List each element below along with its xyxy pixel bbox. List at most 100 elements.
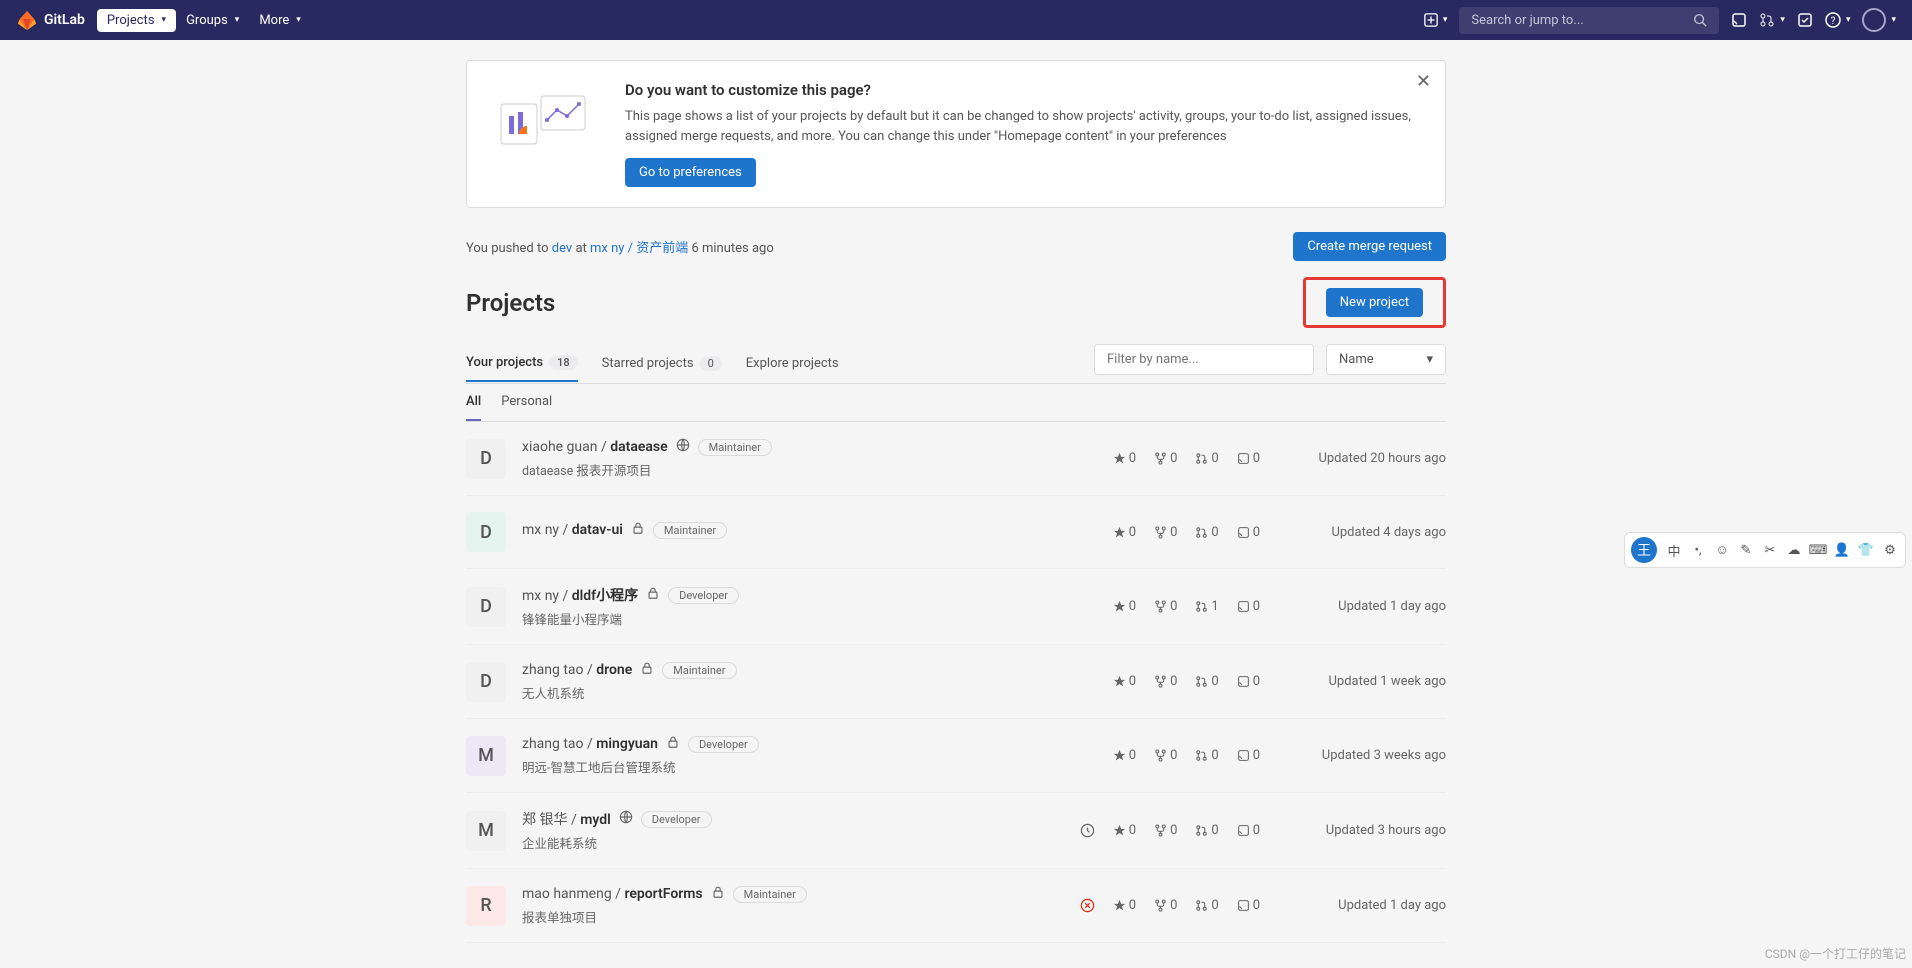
- project-name[interactable]: dldf小程序: [572, 588, 638, 604]
- watermark: CSDN @一个打工仔的笔记: [1765, 945, 1906, 962]
- project-name[interactable]: datav-ui: [572, 522, 623, 538]
- push-group-link[interactable]: mx ny /: [590, 241, 636, 256]
- merge-icon: [1195, 749, 1208, 762]
- help-menu[interactable]: ?: [1825, 12, 1851, 28]
- todos-shortcut[interactable]: [1797, 12, 1813, 28]
- push-time: 6 minutes ago: [688, 241, 774, 256]
- toolbar-emoji-icon[interactable]: ☺: [1713, 541, 1731, 559]
- go-to-preferences-button[interactable]: Go to preferences: [625, 158, 756, 187]
- filter-by-name-input[interactable]: [1094, 344, 1314, 375]
- nav-more[interactable]: More: [249, 9, 310, 32]
- issues-count[interactable]: 0: [1237, 451, 1260, 466]
- toolbar-cloud-icon[interactable]: ☁: [1785, 541, 1803, 559]
- search-input[interactable]: [1471, 13, 1693, 28]
- clock-icon: [1080, 823, 1095, 838]
- stars-count[interactable]: 0: [1113, 451, 1136, 466]
- stars-count[interactable]: 0: [1113, 674, 1136, 689]
- forks-count[interactable]: 0: [1154, 674, 1177, 689]
- stars-count[interactable]: 0: [1113, 525, 1136, 540]
- visibility-icon: [640, 661, 654, 679]
- project-updated: Updated 1 day ago: [1276, 898, 1446, 913]
- brand-text: GitLab: [44, 12, 85, 28]
- stars-count[interactable]: 0: [1113, 599, 1136, 614]
- user-menu[interactable]: [1862, 8, 1896, 32]
- issues-count[interactable]: 0: [1237, 898, 1260, 913]
- toolbar-keyboard-icon[interactable]: ⌨: [1809, 541, 1827, 559]
- push-branch-link[interactable]: dev: [552, 241, 572, 256]
- subtab-all[interactable]: All: [466, 384, 481, 421]
- issues-count[interactable]: 0: [1237, 823, 1260, 838]
- issues-shortcut[interactable]: [1731, 12, 1747, 28]
- tab-explore-projects[interactable]: Explore projects: [746, 346, 839, 381]
- mrs-count[interactable]: 0: [1195, 525, 1218, 540]
- forks-count[interactable]: 0: [1154, 599, 1177, 614]
- project-row[interactable]: M zhang tao / mingyuan Developer 明远-智慧工地…: [466, 719, 1446, 793]
- project-stats: 0 0 0 0: [1113, 748, 1260, 763]
- forks-count[interactable]: 0: [1154, 451, 1177, 466]
- role-badge: Developer: [641, 811, 712, 828]
- mrs-count[interactable]: 0: [1195, 823, 1218, 838]
- tab-starred-projects[interactable]: Starred projects 0: [602, 346, 722, 381]
- mrs-count[interactable]: 0: [1195, 748, 1218, 763]
- mrs-count[interactable]: 0: [1195, 674, 1218, 689]
- nav-groups[interactable]: Groups: [176, 9, 249, 32]
- issues-count[interactable]: 0: [1237, 599, 1260, 614]
- subtab-personal[interactable]: Personal: [501, 384, 552, 421]
- project-name[interactable]: dataease: [610, 439, 667, 455]
- toolbar-edit-icon[interactable]: ✎: [1737, 541, 1755, 559]
- project-description: dataease 报表开源项目: [522, 460, 1097, 479]
- project-stats: 0 0 0 0: [1080, 823, 1260, 838]
- tanuki-icon: [16, 9, 38, 31]
- forks-count[interactable]: 0: [1154, 525, 1177, 540]
- fork-icon: [1154, 675, 1167, 688]
- project-row[interactable]: D xiaohe guan / dataease Maintainer data…: [466, 422, 1446, 496]
- sort-label: Name: [1339, 352, 1374, 367]
- project-row[interactable]: D mx ny / dldf小程序 Developer 锋锋能量小程序端 0 0…: [466, 569, 1446, 645]
- push-repo-link[interactable]: 资产前端: [636, 241, 688, 256]
- toolbar-person-icon[interactable]: 👤: [1833, 541, 1851, 559]
- new-project-button[interactable]: New project: [1326, 288, 1423, 317]
- toolbar-logo-icon[interactable]: 王: [1631, 537, 1657, 563]
- mrs-count[interactable]: 0: [1195, 898, 1218, 913]
- project-row[interactable]: M 郑 银华 / mydl Developer 企业能耗系统 0 0 0 0 U…: [466, 793, 1446, 869]
- project-name[interactable]: reportForms: [624, 886, 702, 902]
- project-name[interactable]: drone: [596, 662, 632, 678]
- mrs-count[interactable]: 1: [1195, 599, 1218, 614]
- project-row[interactable]: R mao hanmeng / reportForms Maintainer 报…: [466, 869, 1446, 943]
- nav-projects[interactable]: Projects: [97, 9, 176, 32]
- toolbar-scissors-icon[interactable]: ✂: [1761, 541, 1779, 559]
- project-description: 锋锋能量小程序端: [522, 609, 1097, 628]
- toolbar-dot-icon[interactable]: •,: [1689, 541, 1707, 559]
- gitlab-logo[interactable]: GitLab: [16, 9, 85, 31]
- project-avatar: M: [466, 736, 506, 776]
- plus-menu[interactable]: [1424, 13, 1448, 27]
- toolbar-shirt-icon[interactable]: 👕: [1857, 541, 1875, 559]
- visibility-icon: [631, 521, 645, 539]
- stars-count[interactable]: 0: [1113, 748, 1136, 763]
- lock-icon: [666, 735, 680, 749]
- merge-requests-shortcut[interactable]: [1759, 12, 1785, 28]
- issues-count[interactable]: 0: [1237, 748, 1260, 763]
- search-box[interactable]: [1459, 7, 1719, 34]
- create-merge-request-button[interactable]: Create merge request: [1293, 232, 1446, 261]
- project-row[interactable]: D zhang tao / drone Maintainer 无人机系统 0 0…: [466, 645, 1446, 719]
- page-title: Projects: [466, 289, 555, 317]
- tab-your-projects[interactable]: Your projects 18: [466, 345, 578, 382]
- ci-status[interactable]: [1080, 823, 1095, 838]
- toolbar-lang-icon[interactable]: 中: [1665, 541, 1683, 559]
- forks-count[interactable]: 0: [1154, 748, 1177, 763]
- issues-count[interactable]: 0: [1237, 674, 1260, 689]
- project-name[interactable]: mingyuan: [596, 736, 658, 752]
- project-row[interactable]: D mx ny / datav-ui Maintainer 0 0 0 0 Up…: [466, 496, 1446, 569]
- stars-count[interactable]: 0: [1113, 823, 1136, 838]
- forks-count[interactable]: 0: [1154, 823, 1177, 838]
- sort-dropdown[interactable]: Name ▾: [1326, 344, 1446, 375]
- mrs-count[interactable]: 0: [1195, 451, 1218, 466]
- ci-status[interactable]: [1080, 898, 1095, 913]
- issues-count[interactable]: 0: [1237, 525, 1260, 540]
- forks-count[interactable]: 0: [1154, 898, 1177, 913]
- banner-close-button[interactable]: ✕: [1416, 71, 1431, 92]
- project-name[interactable]: mydl: [580, 812, 611, 828]
- toolbar-gear-icon[interactable]: ⚙: [1881, 541, 1899, 559]
- stars-count[interactable]: 0: [1113, 898, 1136, 913]
